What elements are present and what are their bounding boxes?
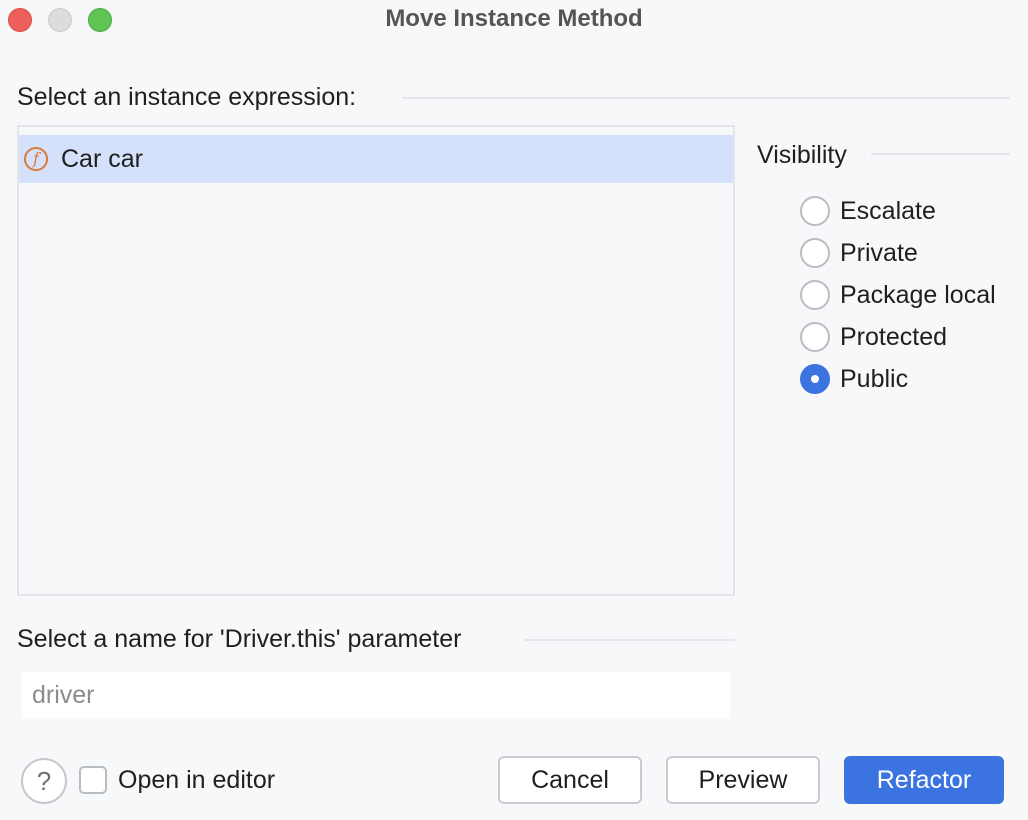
visibility-separator (871, 153, 1010, 155)
instance-expression-list[interactable]: f Car car (17, 125, 735, 596)
radio-label: Private (840, 239, 918, 267)
radio-label: Public (840, 365, 909, 393)
radio-button[interactable] (800, 280, 830, 310)
radio-button[interactable] (800, 322, 830, 352)
refactor-button[interactable]: Refactor (844, 756, 1004, 804)
help-icon: ? (36, 766, 52, 796)
title-bar: Move Instance Method (0, 0, 1028, 40)
instance-expression-label: Select an instance expression: (17, 83, 357, 111)
radio-label: Protected (840, 323, 948, 351)
radio-button[interactable] (800, 196, 830, 226)
instance-expression-separator (402, 97, 1010, 99)
help-button[interactable]: ? (21, 758, 67, 804)
parameter-name-separator (524, 639, 735, 641)
field-icon: f (24, 147, 48, 171)
radio-label: Escalate (840, 197, 936, 225)
dialog-title: Move Instance Method (385, 5, 643, 32)
move-instance-method-dialog: Move Instance Method Select an instance … (0, 0, 1028, 820)
open-in-editor-label: Open in editor (118, 766, 276, 794)
parameter-name-input[interactable] (22, 672, 730, 718)
visibility-label: Visibility (757, 141, 847, 169)
parameter-name-label: Select a name for 'Driver.this' paramete… (17, 625, 462, 653)
radio-button-checked[interactable] (800, 364, 830, 394)
radio-label: Package local (840, 281, 996, 309)
cancel-button[interactable]: Cancel (498, 756, 642, 804)
list-item-label: Car car (61, 145, 143, 173)
preview-button[interactable]: Preview (666, 756, 820, 804)
list-item[interactable]: f Car car (19, 135, 733, 183)
open-in-editor-checkbox[interactable] (79, 766, 107, 794)
radio-button[interactable] (800, 238, 830, 268)
